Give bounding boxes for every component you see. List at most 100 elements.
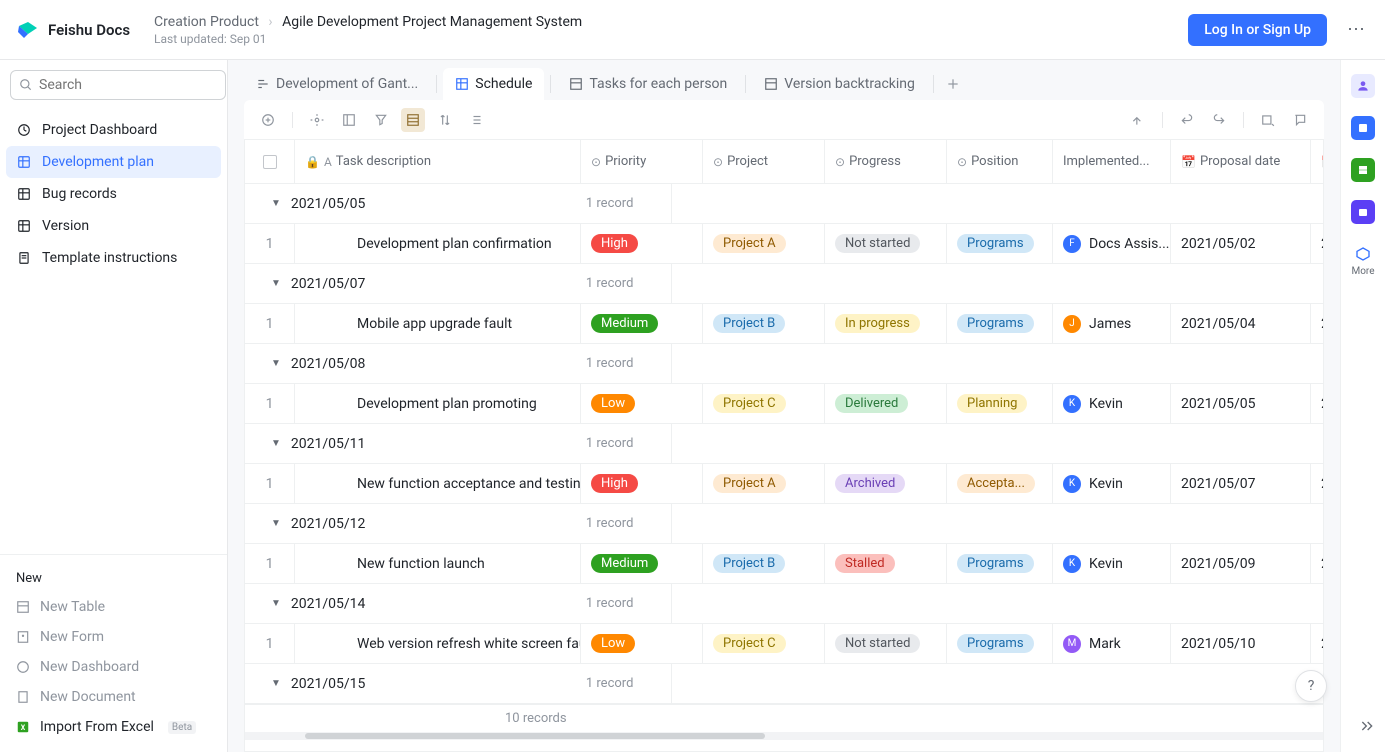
cell-implemented[interactable]: KKevin <box>1053 384 1171 423</box>
cell-proposal-date[interactable]: 2021/05/09 <box>1171 544 1311 583</box>
cell-priority[interactable]: High <box>581 224 703 263</box>
group-header[interactable]: ▼ 2021/05/08 1 record <box>245 344 1323 384</box>
cell-task[interactable]: Web version refresh white screen fault <box>295 624 581 663</box>
column-progress[interactable]: ⊙Progress <box>825 140 947 183</box>
cell-implemented[interactable]: KKevin <box>1053 544 1171 583</box>
cell-priority[interactable]: Medium <box>581 544 703 583</box>
column-project[interactable]: ⊙Project <box>703 140 825 183</box>
cell-progress[interactable]: In progress <box>825 304 947 343</box>
login-button[interactable]: Log In or Sign Up <box>1188 14 1327 46</box>
cell-priority[interactable]: High <box>581 464 703 503</box>
cell-implemented[interactable]: KKevin <box>1053 464 1171 503</box>
undo-icon[interactable] <box>1175 108 1199 132</box>
filter-icon[interactable] <box>369 108 393 132</box>
new-table-button[interactable]: New Table <box>6 592 221 622</box>
tab-tasks-person[interactable]: Tasks for each person <box>557 68 739 100</box>
table-row[interactable]: 1 Mobile app upgrade fault Medium Projec… <box>245 304 1323 344</box>
new-dashboard-button[interactable]: New Dashboard <box>6 652 221 682</box>
sidebar-item-development-plan[interactable]: Development plan <box>6 146 221 178</box>
tab-schedule[interactable]: Schedule <box>443 68 544 100</box>
caret-down-icon[interactable]: ▼ <box>271 198 281 209</box>
cell-project[interactable]: Project A <box>703 224 825 263</box>
cell-position[interactable]: Programs <box>947 544 1053 583</box>
group-header[interactable]: ▼ 2021/05/15 1 record <box>245 664 1323 704</box>
row-height-icon[interactable] <box>465 108 489 132</box>
new-document-button[interactable]: New Document <box>6 682 221 712</box>
horizontal-scrollbar[interactable] <box>245 732 1323 740</box>
sidebar-item-bug-records[interactable]: Bug records <box>6 178 221 210</box>
redo-icon[interactable] <box>1207 108 1231 132</box>
cell-priority[interactable]: Low <box>581 624 703 663</box>
cell-task[interactable]: Development plan confirmation <box>295 224 581 263</box>
column-extra[interactable]: 📅 <box>1311 140 1324 183</box>
cell-extra[interactable]: 2 <box>1311 384 1324 423</box>
caret-down-icon[interactable]: ▼ <box>271 678 281 689</box>
sort-icon[interactable] <box>433 108 457 132</box>
cell-task[interactable]: New function acceptance and testing <box>295 464 581 503</box>
cell-progress[interactable]: Stalled <box>825 544 947 583</box>
settings-icon[interactable] <box>305 108 329 132</box>
cell-proposal-date[interactable]: 2021/05/10 <box>1171 624 1311 663</box>
cell-task[interactable]: Development plan promoting <box>295 384 581 423</box>
cell-position[interactable]: Planning <box>947 384 1053 423</box>
more-menu-icon[interactable]: ⋯ <box>1343 15 1369 44</box>
cell-progress[interactable]: Not started <box>825 624 947 663</box>
cell-position[interactable]: Programs <box>947 304 1053 343</box>
table-row[interactable]: 1 Web version refresh white screen fault… <box>245 624 1323 664</box>
cell-priority[interactable]: Low <box>581 384 703 423</box>
group-header[interactable]: ▼ 2021/05/11 1 record <box>245 424 1323 464</box>
sidebar-item-template[interactable]: Template instructions <box>6 242 221 274</box>
table-row[interactable]: 1 Development plan confirmation High Pro… <box>245 224 1323 264</box>
table-row[interactable]: 1 New function launch Medium Project B S… <box>245 544 1323 584</box>
group-header[interactable]: ▼ 2021/05/14 1 record <box>245 584 1323 624</box>
group-header[interactable]: ▼ 2021/05/12 1 record <box>245 504 1323 544</box>
cell-priority[interactable]: Medium <box>581 304 703 343</box>
tab-version-backtracking[interactable]: Version backtracking <box>752 68 927 100</box>
cell-implemented[interactable]: JJames <box>1053 304 1171 343</box>
comment-icon[interactable] <box>1288 108 1312 132</box>
cell-position[interactable]: Programs <box>947 624 1053 663</box>
cell-task[interactable]: Mobile app upgrade fault <box>295 304 581 343</box>
column-priority[interactable]: ⊙Priority <box>581 140 703 183</box>
rail-more[interactable]: More <box>1351 242 1375 277</box>
cell-proposal-date[interactable]: 2021/05/07 <box>1171 464 1311 503</box>
cell-project[interactable]: Project B <box>703 544 825 583</box>
cell-project[interactable]: Project C <box>703 384 825 423</box>
tab-gantt[interactable]: Development of Gant... <box>244 68 430 100</box>
rail-app1-icon[interactable] <box>1351 116 1375 140</box>
search-input[interactable] <box>10 70 226 100</box>
group-header[interactable]: ▼ 2021/05/07 1 record <box>245 264 1323 304</box>
select-all-checkbox[interactable] <box>245 140 295 183</box>
help-button[interactable]: ? <box>1295 670 1327 702</box>
expand-rail-icon[interactable] <box>1359 718 1375 734</box>
rail-calendar-icon[interactable] <box>1351 200 1375 224</box>
column-task[interactable]: 🔒ATask description <box>295 140 581 183</box>
caret-down-icon[interactable]: ▼ <box>271 358 281 369</box>
cell-proposal-date[interactable]: 2021/05/04 <box>1171 304 1311 343</box>
cell-project[interactable]: Project C <box>703 624 825 663</box>
cell-progress[interactable]: Not started <box>825 224 947 263</box>
add-tab-button[interactable] <box>940 71 966 97</box>
add-record-icon[interactable] <box>256 108 280 132</box>
breadcrumb-parent[interactable]: Creation Product <box>154 14 259 30</box>
app-logo[interactable]: Feishu Docs <box>16 18 130 42</box>
cell-extra[interactable]: 2 <box>1311 464 1324 503</box>
rail-user-icon[interactable] <box>1351 74 1375 98</box>
table-row[interactable]: 1 Development plan promoting Low Project… <box>245 384 1323 424</box>
cell-project[interactable]: Project B <box>703 304 825 343</box>
cell-extra[interactable]: 2 <box>1311 624 1324 663</box>
column-implemented[interactable]: Implemented... <box>1053 140 1171 183</box>
cell-position[interactable]: Programs <box>947 224 1053 263</box>
cell-proposal-date[interactable]: 2021/05/05 <box>1171 384 1311 423</box>
caret-down-icon[interactable]: ▼ <box>271 518 281 529</box>
import-excel-button[interactable]: XImport From ExcelBeta <box>6 712 221 742</box>
table-row[interactable]: 1 New function acceptance and testing Hi… <box>245 464 1323 504</box>
column-position[interactable]: ⊙Position <box>947 140 1053 183</box>
cell-progress[interactable]: Delivered <box>825 384 947 423</box>
rail-sheets-icon[interactable] <box>1351 158 1375 182</box>
share-icon[interactable] <box>1126 108 1150 132</box>
cell-progress[interactable]: Archived <box>825 464 947 503</box>
cell-task[interactable]: New function launch <box>295 544 581 583</box>
layout-icon[interactable] <box>337 108 361 132</box>
group-header[interactable]: ▼ 2021/05/05 1 record <box>245 184 1323 224</box>
